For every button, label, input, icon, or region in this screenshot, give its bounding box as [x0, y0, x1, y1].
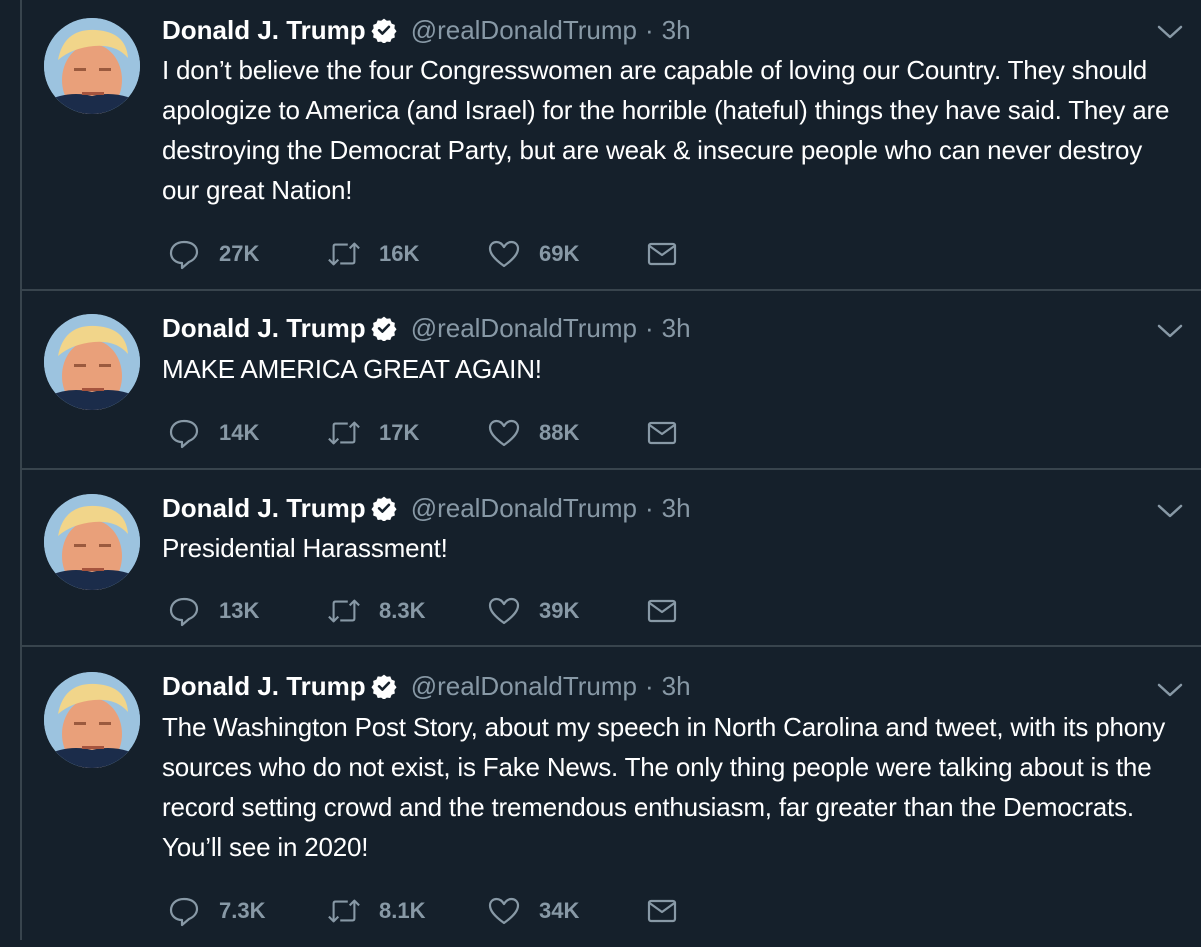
reply-icon — [167, 416, 201, 450]
retweet-count: 8.1K — [379, 898, 426, 923]
tweet-text: MAKE AMERICA GREAT AGAIN! — [162, 354, 542, 384]
display-name[interactable]: Donald J. Trump — [162, 493, 366, 524]
tweet-text: The Washington Post Story, about my spee… — [162, 712, 1166, 862]
tweet[interactable]: Donald J. Trump @realDonaldTrump · 3h Th… — [22, 647, 1201, 947]
tweet-text: I don’t believe the four Congresswomen a… — [162, 55, 1170, 205]
separator-dot: · — [644, 312, 654, 343]
retweet-button[interactable]: 8.1K — [327, 894, 487, 928]
like-count: 39K — [539, 598, 580, 623]
retweet-icon — [327, 237, 361, 271]
reply-icon — [167, 237, 201, 271]
handle[interactable]: @realDonaldTrump — [411, 15, 637, 46]
avatar[interactable] — [44, 494, 140, 590]
retweet-count: 8.3K — [379, 598, 426, 623]
tweet-actions: 27K 16K 69K — [167, 237, 679, 271]
retweet-count: 17K — [379, 420, 420, 445]
chevron-down-icon[interactable] — [1155, 496, 1185, 526]
tweet-header: Donald J. Trump @realDonaldTrump · 3h — [162, 13, 691, 47]
display-name[interactable]: Donald J. Trump — [162, 671, 366, 702]
timestamp[interactable]: 3h — [662, 15, 691, 46]
tweet-actions: 7.3K 8.1K 34K — [167, 894, 679, 928]
tweet-actions: 14K 17K 88K — [167, 416, 679, 450]
timeline: Donald J. Trump @realDonaldTrump · 3h I … — [20, 0, 1201, 940]
separator-dot: · — [644, 14, 654, 45]
like-button[interactable]: 69K — [487, 237, 645, 271]
separator-dot: · — [644, 670, 654, 701]
timestamp[interactable]: 3h — [662, 493, 691, 524]
tweet-header: Donald J. Trump @realDonaldTrump · 3h — [162, 311, 691, 345]
verified-badge-icon — [371, 673, 397, 699]
reply-button[interactable]: 7.3K — [167, 894, 327, 928]
verified-badge-icon — [371, 315, 397, 341]
envelope-icon[interactable] — [645, 894, 679, 928]
like-button[interactable]: 34K — [487, 894, 645, 928]
reply-count: 14K — [219, 420, 260, 445]
tweet-actions: 13K 8.3K 39K — [167, 594, 679, 628]
retweet-icon — [327, 416, 361, 450]
tweet[interactable]: Donald J. Trump @realDonaldTrump · 3h MA… — [22, 291, 1201, 470]
chevron-down-icon[interactable] — [1155, 675, 1185, 705]
envelope-icon[interactable] — [645, 416, 679, 450]
retweet-icon — [327, 594, 361, 628]
verified-badge-icon — [371, 17, 397, 43]
reply-icon — [167, 894, 201, 928]
like-count: 88K — [539, 420, 580, 445]
tweet-text: Presidential Harassment! — [162, 533, 448, 563]
avatar[interactable] — [44, 18, 140, 114]
heart-icon — [487, 416, 521, 450]
envelope-icon[interactable] — [645, 237, 679, 271]
retweet-count: 16K — [379, 241, 420, 266]
tweet[interactable]: Donald J. Trump @realDonaldTrump · 3h Pr… — [22, 470, 1201, 647]
handle[interactable]: @realDonaldTrump — [411, 313, 637, 344]
separator-dot: · — [644, 492, 654, 523]
avatar[interactable] — [44, 672, 140, 768]
display-name[interactable]: Donald J. Trump — [162, 313, 366, 344]
reply-count: 7.3K — [219, 898, 266, 923]
reply-button[interactable]: 14K — [167, 416, 327, 450]
reply-button[interactable]: 13K — [167, 594, 327, 628]
chevron-down-icon[interactable] — [1155, 17, 1185, 47]
tweet-header: Donald J. Trump @realDonaldTrump · 3h — [162, 669, 691, 703]
tweet[interactable]: Donald J. Trump @realDonaldTrump · 3h I … — [22, 0, 1201, 291]
like-button[interactable]: 88K — [487, 416, 645, 450]
timestamp[interactable]: 3h — [662, 313, 691, 344]
reply-count: 27K — [219, 241, 260, 266]
retweet-button[interactable]: 16K — [327, 237, 487, 271]
verified-badge-icon — [371, 495, 397, 521]
handle[interactable]: @realDonaldTrump — [411, 493, 637, 524]
display-name[interactable]: Donald J. Trump — [162, 15, 366, 46]
like-count: 69K — [539, 241, 580, 266]
retweet-button[interactable]: 8.3K — [327, 594, 487, 628]
like-button[interactable]: 39K — [487, 594, 645, 628]
envelope-icon[interactable] — [645, 594, 679, 628]
heart-icon — [487, 894, 521, 928]
heart-icon — [487, 237, 521, 271]
chevron-down-icon[interactable] — [1155, 316, 1185, 346]
timestamp[interactable]: 3h — [662, 671, 691, 702]
reply-count: 13K — [219, 598, 260, 623]
avatar[interactable] — [44, 314, 140, 410]
like-count: 34K — [539, 898, 580, 923]
handle[interactable]: @realDonaldTrump — [411, 671, 637, 702]
retweet-icon — [327, 894, 361, 928]
tweet-header: Donald J. Trump @realDonaldTrump · 3h — [162, 491, 691, 525]
reply-button[interactable]: 27K — [167, 237, 327, 271]
reply-icon — [167, 594, 201, 628]
heart-icon — [487, 594, 521, 628]
retweet-button[interactable]: 17K — [327, 416, 487, 450]
